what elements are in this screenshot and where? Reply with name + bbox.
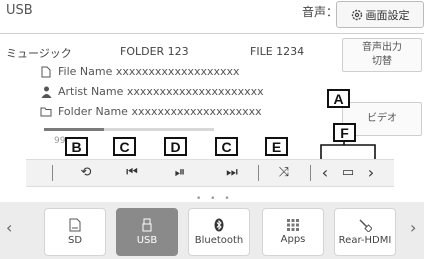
person-icon [40,86,52,98]
control-separator [52,165,53,181]
audio-output-label-2: 切替 [372,56,392,67]
artist-name: Artist Name xxxxxxxxxxxxxxxxxxxxx [58,85,264,98]
folder-name: Folder Name xxxxxxxxxxxxxxxxxxxx [58,105,262,118]
source-rear-hdmi-button[interactable]: Rear-HDMI [334,208,396,256]
folder-next-button[interactable]: › [362,159,380,185]
shuffle-button[interactable]: ⤨ [264,159,304,185]
callout-f: F [333,123,356,142]
shuffle-icon: ⤨ [278,164,290,180]
apps-grid-icon [287,219,299,231]
chevron-right-icon: › [410,218,417,237]
gear-icon [351,9,362,20]
source-scroll-left-button[interactable]: ‹ [6,218,12,237]
source-rear-hdmi-label: Rear-HDMI [338,235,392,246]
source-sd-button[interactable]: SD [44,208,106,256]
folder-previous-button[interactable]: ‹ [316,159,334,185]
volume-label: 音声： [302,5,339,19]
callout-f-bracket [320,141,376,159]
source-scroll-right-button[interactable]: › [410,218,416,237]
chevron-right-icon: › [367,162,375,182]
screen-settings-button[interactable]: 画面設定 [336,1,424,28]
audio-output-switch-button[interactable]: 音声出力 切替 [342,38,422,72]
usb-icon [142,218,152,232]
file-name: File Name xxxxxxxxxxxxxxxxxxx [58,65,240,78]
play-pause-icon: ⏯ [174,164,186,180]
sd-card-icon [69,218,81,232]
elapsed-time: 99 [54,136,66,146]
callout-a: A [327,89,350,108]
source-bluetooth-label: Bluetooth [194,235,244,246]
repeat-icon: ⟲ [80,164,92,180]
chevron-left-icon: ‹ [321,162,329,182]
folder-outline-icon: ▭ [341,164,355,180]
audio-output-label: 音声出力 [362,42,402,53]
progress-bar[interactable] [44,128,214,131]
control-separator-3 [310,165,311,181]
source-usb-label: USB [136,235,158,246]
music-mode-label: ミュージック [6,47,72,60]
file-number: FILE 1234 [250,45,305,58]
video-label: ビデオ [367,113,397,124]
folder-list-button[interactable]: ▭ [336,159,360,185]
source-bluetooth-button[interactable]: Bluetooth [188,208,250,256]
artist-name-row: Artist Name xxxxxxxxxxxxxxxxxxxxx [40,85,264,98]
callout-b: B [65,137,88,156]
callout-c-right: C [215,137,238,156]
source-usb-button[interactable]: USB [116,208,178,256]
screen-settings-label: 画面設定 [365,8,410,22]
next-icon: ⏭ [226,164,238,180]
previous-icon: ⏮ [126,164,138,180]
bluetooth-icon [214,218,224,232]
folder-name-row: Folder Name xxxxxxxxxxxxxxxxxxxx [40,105,262,118]
screen-title: USB [6,3,33,18]
folder-icon [40,106,52,118]
hdmi-cable-icon [359,219,372,232]
folder-number: FOLDER 123 [120,45,189,58]
previous-track-button[interactable]: ⏮ [112,159,152,185]
source-apps-button[interactable]: Apps [262,208,324,256]
file-name-row: File Name xxxxxxxxxxxxxxxxxxx [40,65,240,78]
chevron-left-icon: ‹ [6,218,13,237]
callout-d: D [164,137,187,156]
source-sd-label: SD [67,235,83,246]
control-separator-2 [258,165,259,181]
progress-fill [44,128,104,131]
file-icon [40,66,52,78]
repeat-button[interactable]: ⟲ [66,159,106,185]
callout-c-left: C [113,137,136,156]
header-divider [0,33,424,34]
play-pause-button[interactable]: ⏯ [160,159,200,185]
callout-e: E [265,137,288,156]
next-track-button[interactable]: ⏭ [212,159,252,185]
source-apps-label: Apps [280,234,306,245]
